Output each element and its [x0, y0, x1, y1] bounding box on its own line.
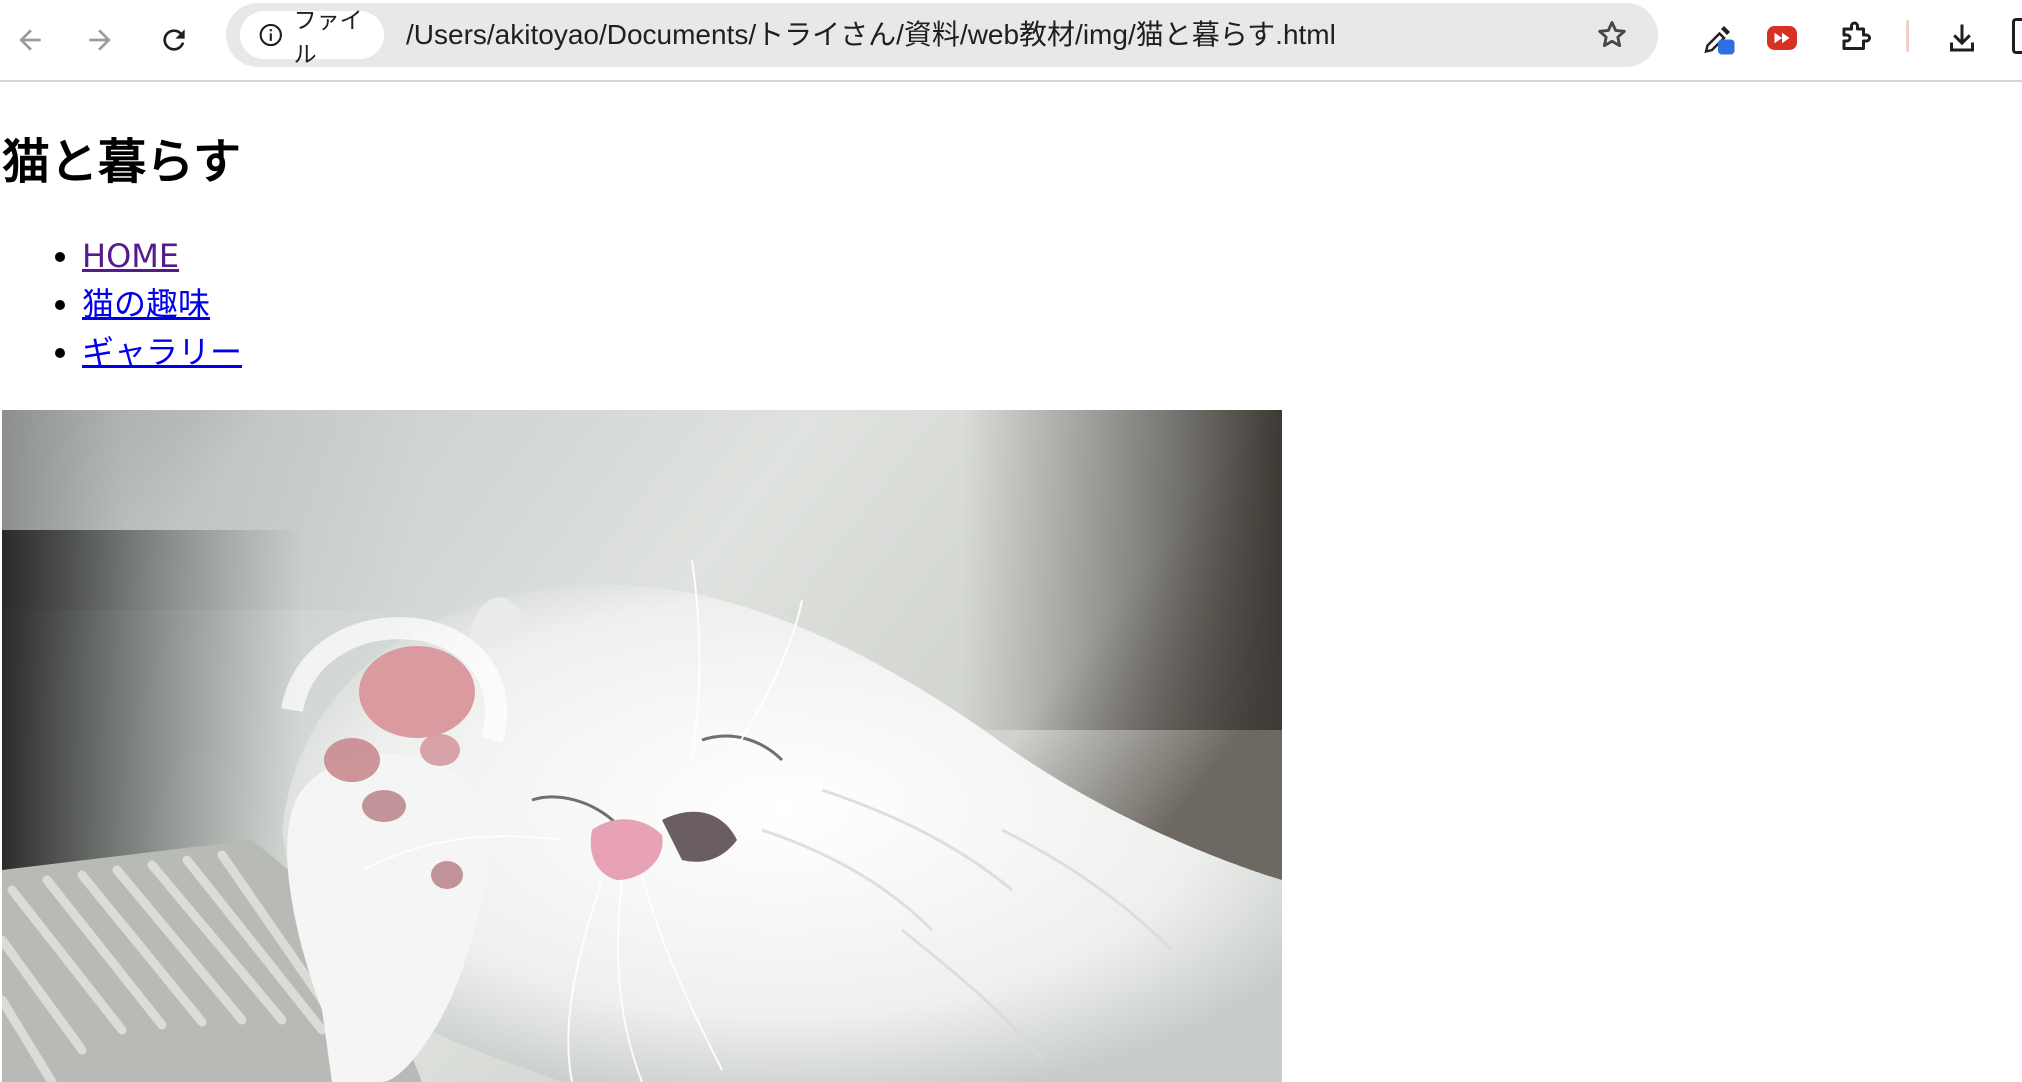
- nav-link-hobbies[interactable]: 猫の趣味: [82, 285, 210, 323]
- site-nav: HOME 猫の趣味 ギャラリー: [0, 232, 242, 376]
- star-icon: [1598, 21, 1626, 48]
- nav-item-hobbies: 猫の趣味: [82, 280, 242, 328]
- video-extension-icon: [1767, 26, 1797, 50]
- url-text[interactable]: /Users/akitoyao/Documents/トライさん/資料/web教材…: [406, 3, 1336, 67]
- site-info-label: ファイル: [293, 8, 363, 68]
- side-panel-icon[interactable]: [2012, 18, 2022, 54]
- address-bar[interactable]: ファイル /Users/akitoyao/Documents/トライさん/資料/…: [226, 3, 1658, 68]
- forward-button[interactable]: [72, 12, 128, 68]
- page-title: 猫と暮らす: [2, 134, 242, 190]
- eyedropper-extension-icon: [1704, 26, 1735, 55]
- cat-photo-illustration: [2, 410, 1282, 1082]
- site-info-chip[interactable]: ファイル: [240, 8, 384, 68]
- sleeping-cat-image: [2, 410, 1282, 1082]
- nav-item-gallery: ギャラリー: [82, 328, 242, 376]
- video-extension-button[interactable]: [1758, 14, 1806, 62]
- nav-item-home: HOME: [82, 232, 242, 280]
- reload-button[interactable]: [146, 12, 202, 68]
- download-icon: [1950, 24, 1974, 52]
- extensions-button[interactable]: [1832, 14, 1880, 62]
- toolbar-divider: [1906, 20, 1909, 52]
- nav-link-home[interactable]: HOME: [82, 237, 179, 275]
- arrow-right-icon: [89, 29, 111, 51]
- nav-link-gallery[interactable]: ギャラリー: [82, 333, 242, 371]
- eyedropper-extension-button[interactable]: [1694, 14, 1742, 62]
- back-button[interactable]: [2, 12, 58, 68]
- puzzle-icon: [1842, 21, 1871, 50]
- arrow-left-icon: [19, 29, 41, 51]
- browser-toolbar: ファイル /Users/akitoyao/Documents/トライさん/資料/…: [0, 0, 2022, 82]
- bookmark-star-button[interactable]: [1592, 15, 1632, 55]
- reload-icon: [163, 29, 185, 51]
- downloads-button[interactable]: [1938, 14, 1986, 62]
- info-icon: [259, 23, 282, 47]
